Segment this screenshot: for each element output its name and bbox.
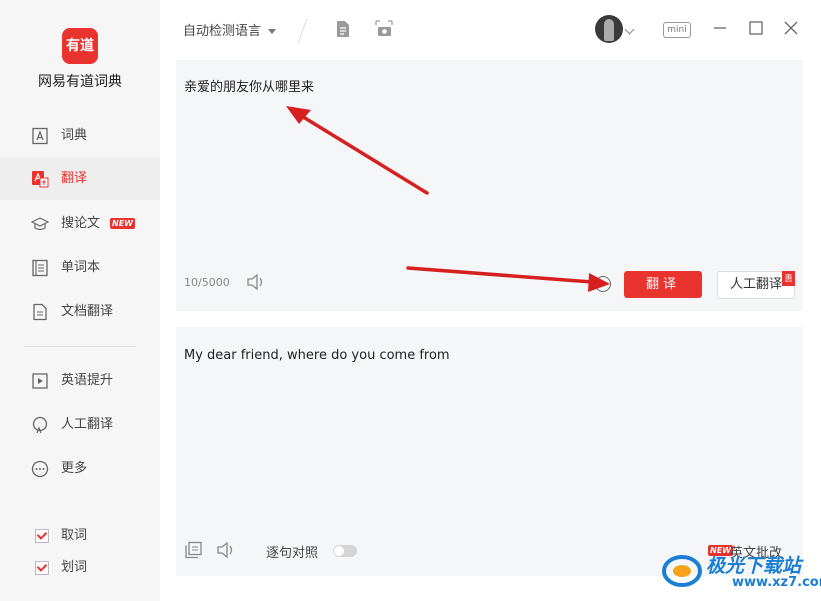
- checkbox-label: 取词: [61, 528, 88, 543]
- app-logo: 有道: [62, 28, 98, 64]
- translate-button[interactable]: 翻译: [624, 271, 702, 298]
- human-translate-button[interactable]: 人工翻译 惠: [717, 271, 795, 299]
- sidebar-item-english-improve[interactable]: 英语提升: [0, 360, 160, 402]
- user-avatar[interactable]: [595, 15, 623, 43]
- sidebar-item-human-translate[interactable]: 人工翻译: [0, 404, 160, 446]
- sidebar: 有道 网易有道词典 词典 翻译 搜论文 NEW 单词本 文档翻译 英语提升 人工…: [0, 0, 160, 601]
- sidebar-item-label: 更多: [61, 461, 88, 476]
- sidebar-item-wordbook[interactable]: 单词本: [0, 247, 160, 289]
- source-text[interactable]: 亲爱的朋友你从哪里来: [184, 76, 314, 95]
- sidebar-item-document-translate[interactable]: 文档翻译: [0, 291, 160, 333]
- sidebar-divider: [24, 346, 136, 347]
- chevron-down-icon[interactable]: [624, 24, 635, 35]
- more-icon: [31, 460, 49, 478]
- copy-icon[interactable]: [184, 541, 204, 559]
- sidebar-item-label: 人工翻译: [61, 417, 114, 432]
- maximize-icon[interactable]: [748, 20, 764, 36]
- language-select-label: 自动检测语言: [183, 24, 262, 39]
- discount-badge: 惠: [782, 271, 795, 286]
- sidebar-item-label: 翻译: [61, 171, 88, 186]
- close-icon[interactable]: [783, 20, 799, 36]
- speaker-icon[interactable]: [246, 273, 266, 291]
- new-badge: NEW: [110, 218, 135, 229]
- sidebar-item-dictionary[interactable]: 词典: [0, 115, 160, 157]
- translate-icon: [32, 171, 49, 188]
- sidebar-item-label: 文档翻译: [61, 304, 114, 319]
- clear-icon[interactable]: [595, 276, 611, 292]
- minimize-icon[interactable]: [712, 20, 728, 36]
- document-file-icon[interactable]: [334, 20, 352, 38]
- pick-word-checkbox[interactable]: 取词: [0, 521, 160, 551]
- speaker-icon[interactable]: [216, 541, 236, 559]
- screenshot-translate-icon[interactable]: [375, 20, 393, 38]
- sidebar-item-label: 搜论文: [61, 216, 101, 231]
- dictionary-icon: [32, 127, 48, 145]
- graduation-cap-icon: [31, 217, 49, 231]
- checkbox[interactable]: [35, 529, 49, 543]
- watermark-name: 极光下载站: [706, 555, 802, 577]
- char-counter: 10/5000: [184, 276, 230, 289]
- document-icon: [33, 303, 47, 321]
- sidebar-item-label: 英语提升: [61, 373, 114, 388]
- select-word-checkbox[interactable]: 划词: [0, 553, 160, 583]
- translation-result: My dear friend, where do you come from: [184, 348, 450, 363]
- sentence-compare-toggle[interactable]: [333, 545, 357, 557]
- language-select[interactable]: 自动检测语言: [183, 20, 277, 39]
- sidebar-item-label: 词典: [61, 128, 88, 143]
- sidebar-item-translate[interactable]: 翻译: [0, 158, 160, 200]
- toolbar-separator: [297, 18, 308, 44]
- watermark-url: www.xz7.com: [732, 575, 821, 590]
- checkbox[interactable]: [35, 561, 49, 575]
- sidebar-item-label: 单词本: [61, 260, 101, 275]
- human-translate-icon: [32, 416, 48, 434]
- video-play-icon: [32, 373, 48, 389]
- caret-down-icon: [268, 29, 277, 34]
- human-translate-label: 人工翻译: [729, 277, 782, 292]
- checkbox-label: 划词: [61, 560, 88, 575]
- sidebar-item-more[interactable]: 更多: [0, 448, 160, 490]
- app-name: 网易有道词典: [38, 74, 122, 90]
- mini-mode-button[interactable]: mini: [663, 22, 691, 38]
- translation-output-panel: My dear friend, where do you come from 逐…: [176, 327, 803, 576]
- sidebar-item-papers[interactable]: 搜论文 NEW: [0, 203, 160, 245]
- sentence-compare-label: 逐句对照: [266, 546, 319, 561]
- wordbook-icon: [32, 259, 48, 277]
- source-input-panel[interactable]: 亲爱的朋友你从哪里来 10/5000 翻译 人工翻译 惠: [176, 60, 803, 311]
